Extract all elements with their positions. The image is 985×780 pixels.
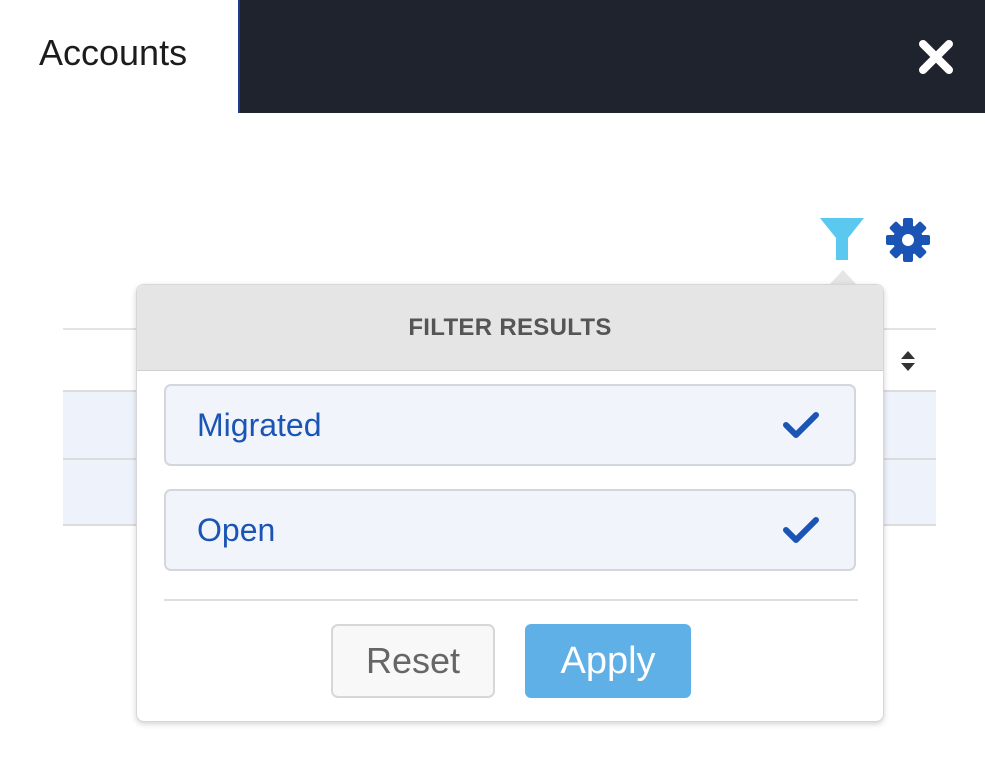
filter-icon[interactable] bbox=[818, 214, 866, 266]
checkmark-icon bbox=[783, 412, 819, 438]
checkmark-icon bbox=[783, 517, 819, 543]
filter-option-label: Migrated bbox=[197, 407, 322, 443]
divider bbox=[164, 599, 858, 601]
filter-option-open[interactable]: Open bbox=[164, 489, 856, 571]
close-icon[interactable] bbox=[917, 38, 955, 76]
filter-popover: FILTER RESULTS Migrated Open Reset Apply bbox=[136, 284, 884, 722]
popover-title: FILTER RESULTS bbox=[408, 313, 612, 341]
top-bar bbox=[240, 0, 985, 113]
apply-button[interactable]: Apply bbox=[525, 624, 691, 698]
sort-icon[interactable] bbox=[898, 348, 918, 374]
filter-option-migrated[interactable]: Migrated bbox=[164, 384, 856, 466]
filter-option-label: Open bbox=[197, 512, 276, 548]
reset-button[interactable]: Reset bbox=[331, 624, 495, 698]
tab-title: Accounts bbox=[39, 32, 188, 73]
popover-header: FILTER RESULTS bbox=[137, 285, 883, 371]
popover-arrow bbox=[829, 270, 857, 285]
gear-icon[interactable] bbox=[884, 216, 932, 264]
accounts-tab[interactable]: Accounts bbox=[0, 0, 240, 113]
